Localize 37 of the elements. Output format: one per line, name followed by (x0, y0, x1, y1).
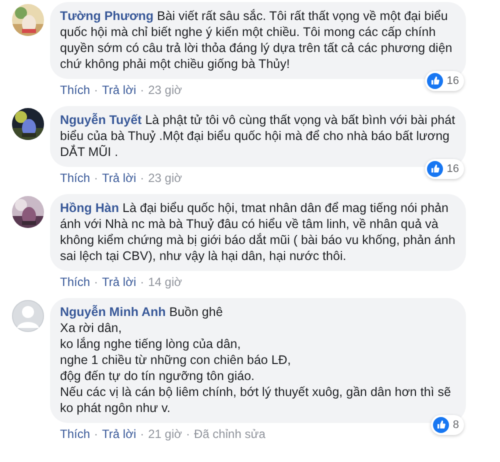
separator-dot: · (140, 171, 144, 185)
separator-dot: · (94, 275, 98, 289)
action-link[interactable]: Trả lời (102, 275, 136, 289)
reaction-count[interactable]: 16 (424, 71, 464, 91)
action-link[interactable]: Thích (60, 427, 90, 441)
separator-dot: · (94, 83, 98, 97)
separator-dot: · (140, 427, 144, 441)
separator-dot: · (140, 83, 144, 97)
reaction-count[interactable]: 16 (424, 159, 464, 179)
comment-meta: Đã chỉnh sửa (194, 427, 266, 441)
like-icon (432, 417, 449, 433)
author-link[interactable]: Tường Phương (60, 9, 154, 23)
comment-meta: 23 giờ (148, 171, 182, 185)
author-link[interactable]: Nguyễn Minh Anh (60, 305, 166, 319)
comment-text: Hồng Hàn Là đại biểu quốc hội, tmat nhân dân để mag tiếng nói phản ánh với Nhà nc mà bà Thuỷ đâu có hiểu về tâm linh, về nhân quả và không kiểm chứng mà bị giới báo dắt mũi ( bài báo vu khống, phản ánh sai lệch tại CBV), như vậy là hại dân, hại nước thôi. (60, 200, 456, 264)
separator-dot: · (94, 427, 98, 441)
action-link[interactable]: Trả lời (102, 83, 136, 97)
comment-meta: 14 giờ (148, 275, 182, 289)
like-icon (426, 161, 443, 177)
author-link[interactable]: Hồng Hàn (60, 201, 120, 215)
comment-meta: 23 giờ (148, 83, 182, 97)
action-link[interactable]: Trả lời (102, 171, 136, 185)
avatar-icon (12, 300, 44, 332)
like-icon (426, 73, 443, 89)
action-link[interactable]: Thích (60, 171, 90, 185)
action-link[interactable]: Thích (60, 83, 90, 97)
action-link[interactable]: Thích (60, 275, 90, 289)
action-link[interactable]: Trả lời (102, 427, 136, 441)
comment-text: Tường Phương Bài viết rất sâu sắc. Tôi rất thất vọng về một đại biểu quốc hội mà chỉ biết nghe ý kiến một chiều. Tôi mong các cấp chính quyền sớm có câu trả lời thỏa đáng lý dựa trên tất cả các phương diện chứ không phải một chiều giống bà Thủy! (60, 8, 454, 72)
reaction-count[interactable]: 8 (430, 415, 464, 435)
separator-dot: · (186, 427, 190, 441)
author-link[interactable]: Nguyễn Tuyết (60, 113, 142, 127)
comment-meta: 21 giờ (148, 427, 182, 441)
comment-text: Nguyễn Minh Anh Buồn ghê Xa rời dân, ko lắng nghe tiếng lòng của dân, nghe 1 chiều từ những con chiên báo LĐ, độg đến tự do tín ngưỡng tôn giáo. Nếu các vị là cán bộ liêm chính, bớt lý thuyết xuôg, gần dân hơn thì sẽ ko phát ngôn như v. (60, 304, 452, 416)
separator-dot: · (94, 171, 98, 185)
separator-dot: · (140, 275, 144, 289)
comment-text: Nguyễn Tuyết Là phật tử tôi vô cùng thất vọng và bất bình với bài phát biểu của bà Thuỷ .Một đại biểu quốc hội mà để cho nhà báo bất lương DẮT MŨI . (60, 112, 456, 160)
